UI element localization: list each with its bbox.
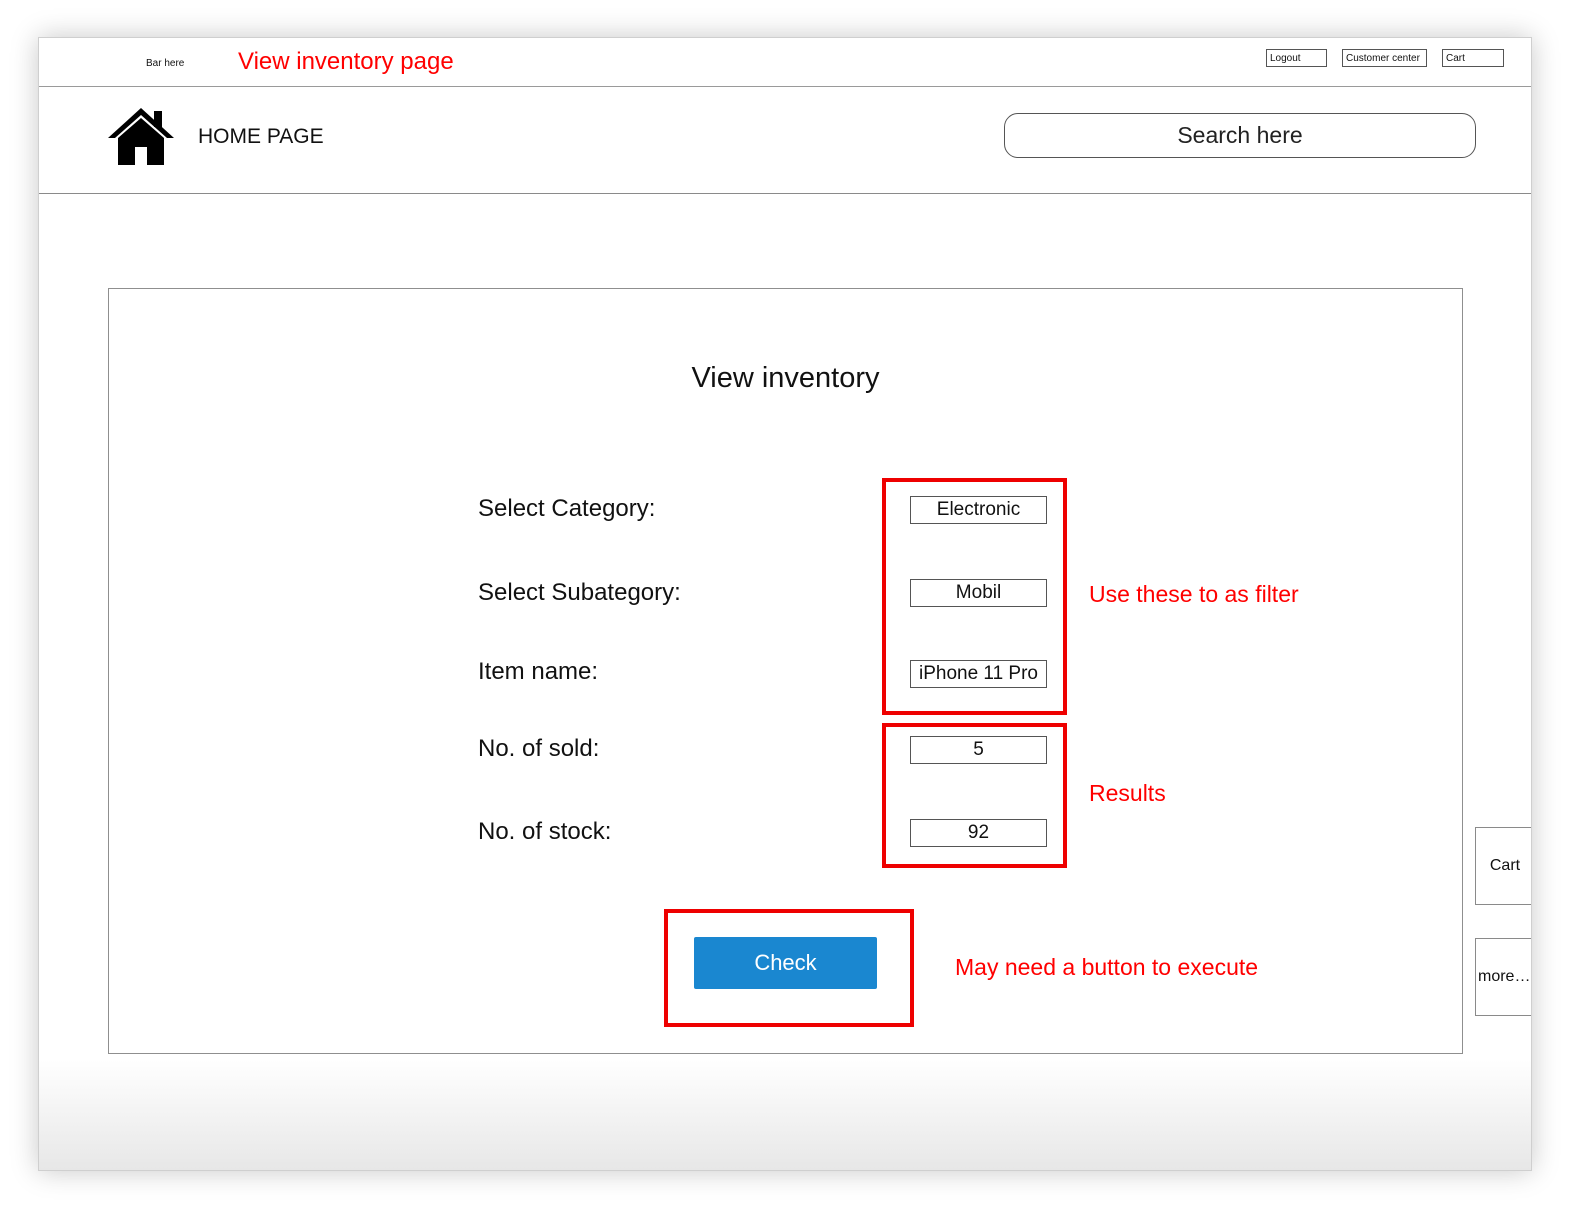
check-button[interactable]: Check (694, 937, 877, 989)
panel-title: View inventory (691, 362, 880, 394)
stock-count-field: 92 (910, 819, 1047, 847)
search-input[interactable]: Search here (1004, 113, 1476, 158)
home-icon[interactable] (108, 107, 174, 165)
app-window: Bar here View inventory page Logout Cust… (38, 37, 1532, 1171)
top-bar: Bar here View inventory page Logout Cust… (39, 38, 1531, 87)
button-note: May need a button to execute (955, 954, 1259, 980)
inventory-panel: View inventory Select Category: Select S… (108, 288, 1463, 1054)
item-name-label: Item name: (478, 658, 599, 685)
category-select[interactable]: Electronic (910, 496, 1047, 524)
sold-count-field: 5 (910, 736, 1047, 764)
category-label: Select Category: (478, 495, 656, 522)
customer-center-button[interactable]: Customer center (1342, 49, 1427, 67)
subcategory-select[interactable]: Mobil (910, 579, 1047, 607)
home-page-link[interactable]: HOME PAGE (198, 125, 324, 149)
bar-placeholder-label: Bar here (146, 58, 185, 69)
subcategory-label: Select Subategory: (478, 579, 681, 606)
item-name-field[interactable]: iPhone 11 Pro (910, 660, 1047, 688)
side-cart-tab[interactable]: Cart (1475, 827, 1531, 905)
filter-note: Use these to as filter (1089, 581, 1299, 607)
stock-label: No. of stock: (478, 818, 612, 845)
sold-label: No. of sold: (478, 735, 600, 762)
side-more-tab[interactable]: more… (1475, 938, 1531, 1016)
cart-button[interactable]: Cart (1442, 49, 1504, 67)
logout-button[interactable]: Logout (1266, 49, 1327, 67)
site-header: HOME PAGE Search here (39, 87, 1531, 194)
page-annotation-label: View inventory page (238, 48, 454, 75)
results-note: Results (1089, 780, 1166, 806)
